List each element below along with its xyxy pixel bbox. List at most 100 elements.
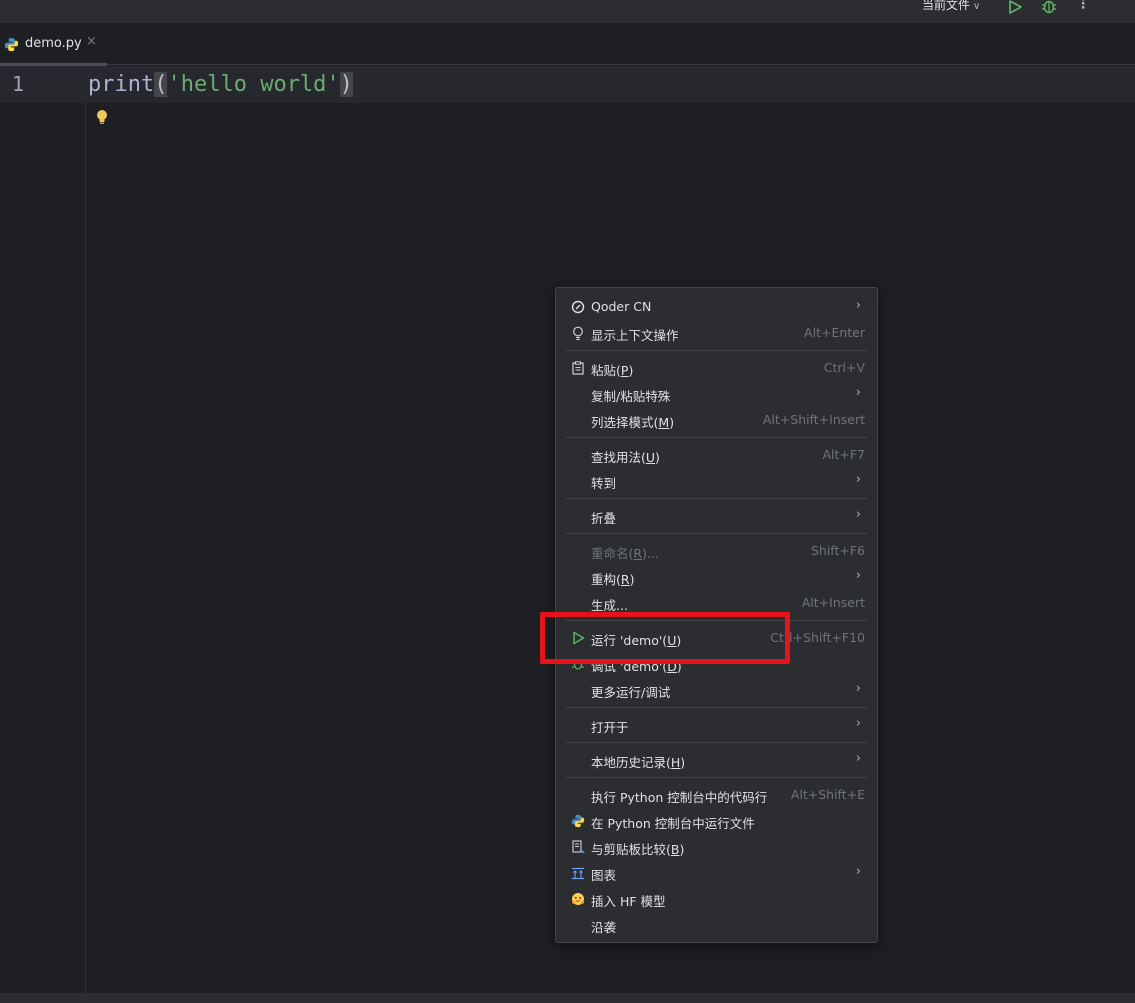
menu-separator: [566, 437, 867, 438]
chevron-right-icon: ›: [855, 568, 861, 583]
code-close-paren: ): [339, 72, 353, 97]
menu-item-go-to[interactable]: 转到 ›: [566, 468, 867, 494]
menu-item-shortcut: Alt+Insert: [801, 595, 865, 610]
code-string-token: 'hello world': [167, 72, 340, 97]
menu-item-label-suffix: ): [629, 572, 635, 587]
run-icon[interactable]: [1006, 0, 1024, 14]
main-toolbar: 当前文件 ∨ ⋮: [0, 0, 1135, 23]
menu-item-mnemonic: R: [620, 572, 630, 587]
menu-separator: [566, 498, 867, 499]
menu-item-label: 粘贴(P): [591, 360, 633, 379]
menu-item-lineage[interactable]: 沿袭: [566, 912, 867, 938]
menu-item-label-suffix: ): [679, 842, 685, 857]
menu-item-show-context-actions[interactable]: 显示上下文操作 Alt+Enter: [566, 320, 867, 346]
menu-item-shortcut: Alt+Shift+E: [790, 787, 865, 802]
chevron-down-icon: ∨: [973, 1, 981, 12]
menu-item-label-suffix: ): [655, 450, 660, 465]
menu-item-mnemonic: U: [645, 450, 656, 465]
chevron-right-icon: ›: [855, 864, 861, 879]
tab-demo-py[interactable]: demo.py ×: [0, 23, 107, 66]
menu-item-open-in[interactable]: 打开于 ›: [566, 712, 867, 738]
menu-separator: [566, 350, 867, 351]
code-function-token: print: [88, 72, 155, 97]
menu-item-mnemonic: M: [658, 415, 670, 430]
chevron-right-icon: ›: [855, 507, 861, 522]
menu-separator: [566, 742, 867, 743]
menu-item-label: 打开于: [591, 720, 629, 735]
chevron-right-icon: ›: [855, 716, 861, 731]
lightbulb-outline-icon: [570, 325, 586, 341]
hugging-face-icon: [570, 891, 586, 907]
qoder-icon: [570, 299, 586, 315]
run-configuration-label: 当前文件: [922, 0, 971, 12]
menu-item-more-run-debug[interactable]: 更多运行/调试 ›: [566, 677, 867, 703]
menu-item-label-text: 查找用法(: [591, 450, 646, 465]
menu-item-paste[interactable]: 粘贴(P) Ctrl+V: [566, 355, 867, 381]
menu-item-label: 与剪贴板比较(B): [591, 839, 684, 858]
status-bar: [0, 993, 1135, 1003]
menu-item-diagrams[interactable]: 图表 ›: [566, 860, 867, 886]
menu-item-label: 本地历史记录(H): [591, 752, 685, 771]
gutter-separator: [85, 103, 86, 993]
menu-item-column-selection-mode[interactable]: 列选择模式(M) Alt+Shift+Insert: [566, 407, 867, 433]
menu-item-run-file-in-console[interactable]: 在 Python 控制台中运行文件: [566, 808, 867, 834]
menu-item-label: 执行 Python 控制台中的代码行: [591, 790, 768, 805]
close-icon[interactable]: ×: [86, 34, 97, 49]
menu-item-label: 重命名(R)...: [591, 543, 659, 562]
menu-separator: [566, 533, 867, 534]
annotation-highlight-box: [540, 612, 790, 664]
menu-separator: [566, 707, 867, 708]
menu-item-execute-line-in-console[interactable]: 执行 Python 控制台中的代码行 Alt+Shift+E: [566, 782, 867, 808]
menu-item-mnemonic: H: [670, 755, 681, 770]
code-line[interactable]: print('hello world'): [88, 70, 353, 100]
menu-item-shortcut: Alt+F7: [822, 447, 865, 462]
clipboard-icon: [570, 360, 586, 376]
line-number: 1: [12, 72, 25, 96]
menu-item-label: 查找用法(U): [591, 447, 660, 466]
menu-item-label-text: 与剪贴板比较(: [591, 842, 671, 857]
menu-item-refactor[interactable]: 重构(R) ›: [566, 564, 867, 590]
menu-item-compare-with-clipboard[interactable]: 与剪贴板比较(B): [566, 834, 867, 860]
menu-item-label: 图表: [591, 868, 617, 883]
more-options-icon[interactable]: ⋮: [1076, 0, 1090, 12]
menu-item-folding[interactable]: 折叠 ›: [566, 503, 867, 529]
python-file-icon: [4, 37, 19, 52]
menu-item-label: 折叠: [591, 511, 617, 526]
lightbulb-icon[interactable]: [95, 109, 109, 125]
menu-item-mnemonic: R: [633, 546, 643, 561]
chevron-right-icon: ›: [855, 681, 861, 696]
code-open-paren: (: [154, 72, 168, 97]
menu-item-label: 沿袭: [591, 920, 617, 935]
editor-tab-bar: demo.py ×: [0, 23, 1135, 66]
menu-item-label: 复制/粘贴特殊: [591, 389, 671, 404]
menu-item-label-text: 本地历史记录(: [591, 755, 671, 770]
chevron-right-icon: ›: [855, 751, 861, 766]
compare-icon: [570, 839, 586, 855]
menu-item-label-suffix: ): [680, 755, 686, 770]
menu-item-shortcut: Shift+F6: [810, 543, 865, 558]
menu-item-find-usages[interactable]: 查找用法(U) Alt+F7: [566, 442, 867, 468]
menu-item-label: 更多运行/调试: [591, 685, 671, 700]
menu-item-label: 列选择模式(M): [591, 412, 674, 431]
menu-item-insert-hf-model[interactable]: 插入 HF 模型: [566, 886, 867, 912]
menu-item-local-history[interactable]: 本地历史记录(H) ›: [566, 747, 867, 773]
menu-item-label-suffix: ): [669, 415, 675, 430]
menu-item-label-suffix: ): [628, 363, 634, 378]
debug-icon[interactable]: [1040, 0, 1058, 14]
tab-label: demo.py: [25, 36, 82, 51]
menu-separator: [566, 777, 867, 778]
menu-item-label: 显示上下文操作: [591, 328, 679, 343]
menu-item-label: 转到: [591, 476, 617, 491]
menu-item-shortcut: Alt+Enter: [804, 325, 865, 340]
menu-item-label-text: 重命名(: [591, 546, 634, 561]
menu-item-label-text: 列选择模式(: [591, 415, 659, 430]
menu-item-qoder-cn[interactable]: Qoder CN ›: [566, 294, 867, 320]
menu-item-copy-paste-special[interactable]: 复制/粘贴特殊 ›: [566, 381, 867, 407]
run-configuration-selector[interactable]: 当前文件 ∨: [922, 0, 980, 13]
menu-item-label: 在 Python 控制台中运行文件: [591, 816, 755, 831]
menu-item-rename: 重命名(R)... Shift+F6: [566, 538, 867, 564]
chevron-right-icon: ›: [855, 472, 861, 487]
menu-item-label-text: 粘贴(: [591, 363, 621, 378]
menu-item-label: 重构(R): [591, 569, 634, 588]
menu-item-label-suffix: )...: [642, 546, 659, 561]
